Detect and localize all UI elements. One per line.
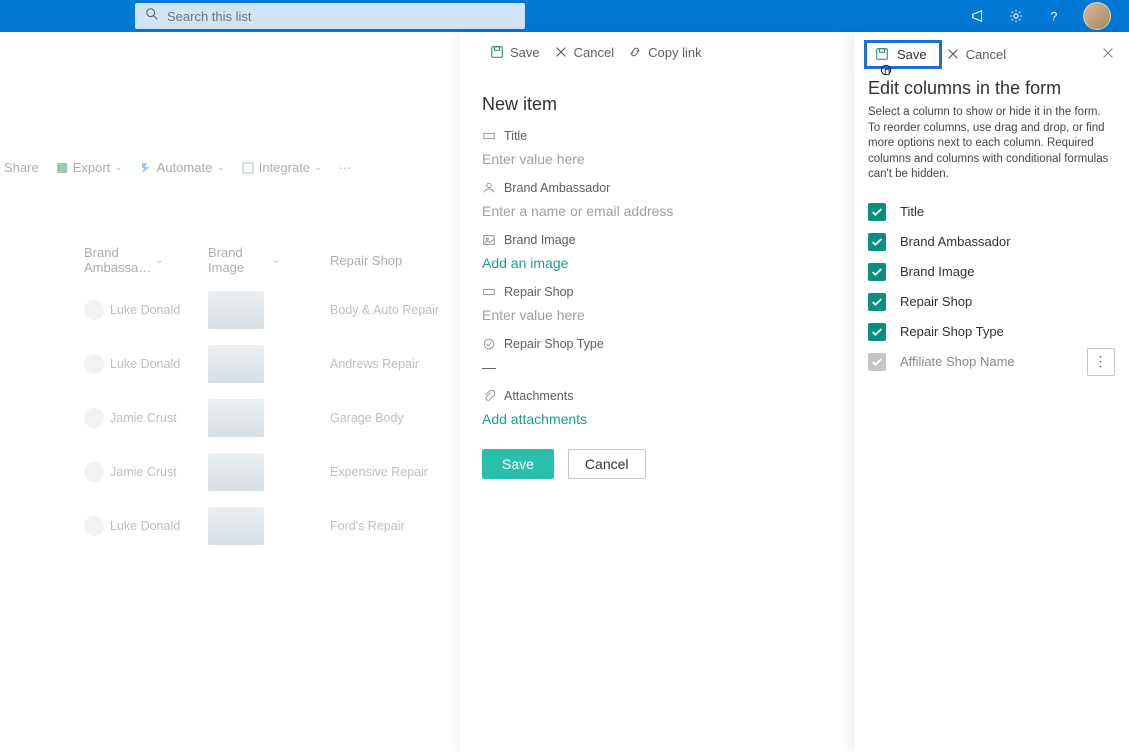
- column-checkbox-row[interactable]: Brand Image: [854, 257, 1129, 287]
- new-item-panel: Save Cancel Copy link New item Title Ent…: [460, 32, 854, 752]
- add-attachments-button[interactable]: Add attachments: [482, 411, 832, 427]
- search-input[interactable]: [167, 9, 515, 24]
- column-label: Affiliate Shop Name: [900, 354, 1015, 369]
- share-button: Share: [4, 160, 39, 175]
- column-headers: Brand Ambassa…⌄ Brand Image⌄ Repair Shop…: [0, 245, 460, 275]
- gear-icon[interactable]: [1007, 7, 1025, 25]
- add-image-button[interactable]: Add an image: [482, 255, 832, 271]
- ambassador-field[interactable]: Enter a name or email address: [482, 203, 832, 219]
- integrate-button: Integrate⌄: [241, 160, 323, 175]
- column-checkbox-row[interactable]: Repair Shop: [854, 287, 1129, 317]
- list-command-bar: Share Export⌄ Automate⌄ Integrate⌄ ···: [0, 160, 460, 175]
- editcols-description: Select a column to show or hide it in th…: [868, 105, 1115, 183]
- list-background: Share Export⌄ Automate⌄ Integrate⌄ ··· B…: [0, 32, 460, 752]
- megaphone-icon[interactable]: [969, 7, 987, 25]
- checkbox[interactable]: [868, 203, 886, 221]
- field-label: Repair Shop: [504, 285, 574, 299]
- cursor-icon: [879, 63, 893, 77]
- field-label: Title: [504, 129, 527, 143]
- column-checkbox-row[interactable]: Brand Ambassador: [854, 227, 1129, 257]
- list-row: Luke DonaldAndrews Repair: [0, 337, 460, 391]
- editcols-title: Edit columns in the form: [868, 78, 1115, 99]
- panel-cancel-button[interactable]: Cancel: [554, 45, 614, 60]
- column-checkbox-row[interactable]: Title: [854, 197, 1129, 227]
- list-row: Jamie CrustGarage Body: [0, 391, 460, 445]
- column-label: Repair Shop Type: [900, 324, 1004, 339]
- help-icon[interactable]: ?: [1045, 7, 1063, 25]
- edit-columns-panel: Save Cancel Edit columns in the form Sel…: [854, 32, 1129, 752]
- svg-text:?: ?: [1051, 9, 1058, 23]
- title-field[interactable]: Enter value here: [482, 151, 832, 167]
- column-more-button[interactable]: ⋮: [1087, 348, 1115, 376]
- column-label: Brand Image: [900, 264, 974, 279]
- field-label: Brand Image: [504, 233, 576, 247]
- search-icon: [145, 7, 159, 26]
- form-save-button[interactable]: Save: [482, 449, 554, 479]
- list-row: Jamie CrustExpensive Repair: [0, 445, 460, 499]
- panel-save-button[interactable]: Save: [490, 45, 540, 60]
- checkbox[interactable]: [868, 293, 886, 311]
- list-row: Luke DonaldFord's Repair: [0, 499, 460, 553]
- repair-shop-type-field[interactable]: —: [482, 359, 832, 375]
- column-label: Title: [900, 204, 924, 219]
- form-cancel-button[interactable]: Cancel: [568, 449, 646, 479]
- search-box[interactable]: [135, 3, 525, 29]
- editcols-save-button[interactable]: Save: [864, 40, 942, 69]
- column-label: Repair Shop: [900, 294, 972, 309]
- column-checkbox-row[interactable]: Repair Shop Type: [854, 317, 1129, 347]
- column-checkbox-row[interactable]: Affiliate Shop Name ⋮: [854, 347, 1129, 377]
- column-label: Brand Ambassador: [900, 234, 1011, 249]
- field-label: Repair Shop Type: [504, 337, 604, 351]
- list-row: Luke DonaldBody & Auto Repair: [0, 283, 460, 337]
- avatar[interactable]: [1083, 2, 1111, 30]
- editcols-cancel-button[interactable]: Cancel: [946, 47, 1006, 62]
- checkbox[interactable]: [868, 263, 886, 281]
- field-label: Brand Ambassador: [504, 181, 610, 195]
- automate-button: Automate⌄: [139, 160, 225, 175]
- close-icon[interactable]: [1097, 42, 1119, 67]
- checkbox: [868, 353, 886, 371]
- panel-title: New item: [482, 94, 854, 115]
- export-button: Export⌄: [55, 160, 123, 175]
- panel-copylink-button[interactable]: Copy link: [628, 45, 701, 60]
- repair-shop-field[interactable]: Enter value here: [482, 307, 832, 323]
- checkbox[interactable]: [868, 323, 886, 341]
- field-label: Attachments: [504, 389, 573, 403]
- checkbox[interactable]: [868, 233, 886, 251]
